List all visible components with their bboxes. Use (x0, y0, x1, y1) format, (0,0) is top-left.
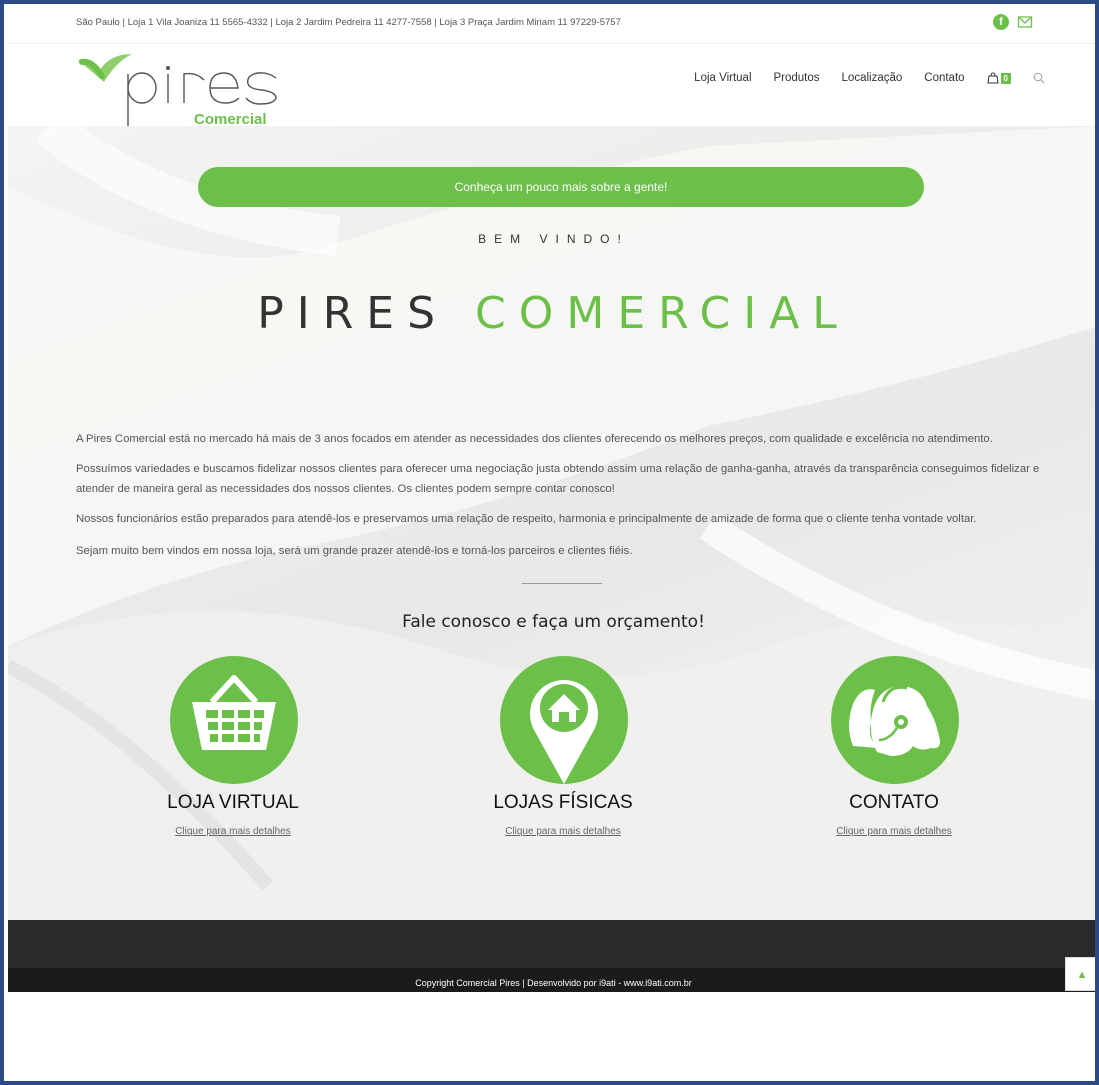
nav-item-produtos[interactable]: Produtos (774, 72, 820, 84)
mail-icon[interactable] (1017, 14, 1033, 30)
nav-item-loja-virtual[interactable]: Loja Virtual (694, 72, 751, 84)
store-addresses: São Paulo | Loja 1 Vila Joaniza 11 5565-… (76, 17, 621, 28)
contact-heading: Fale conosco e faça um orçamento! (402, 612, 705, 632)
about-us-button[interactable]: Conheça um pouco mais sobre a gente! (198, 167, 924, 207)
card-details-link[interactable]: Clique para mais detalhes (794, 826, 994, 837)
site-header: Comercial Loja Virtual Produtos Localiza… (8, 44, 1099, 128)
footer-copyright: Copyright Comercial Pires | Desenvolvido… (8, 968, 1099, 992)
top-bar: São Paulo | Loja 1 Vila Joaniza 11 5565-… (8, 4, 1099, 44)
card-title: LOJAS FÍSICAS (493, 792, 633, 813)
scroll-to-top-button[interactable]: ▲ (1065, 957, 1099, 991)
cart-count-badge: 0 (1000, 72, 1011, 84)
welcome-label: BEM VINDO! (478, 232, 629, 246)
basket-icon[interactable] (170, 656, 298, 784)
about-paragraph: Possuímos variedades e buscamos fideliza… (76, 463, 1040, 495)
page: São Paulo | Loja 1 Vila Joaniza 11 5565-… (8, 4, 1099, 1085)
facebook-icon[interactable]: f (993, 14, 1009, 30)
cart-button[interactable]: 0 (986, 72, 1011, 84)
card-title: CONTATO (849, 792, 939, 813)
hero-title-part1: PIRES (257, 288, 448, 339)
about-paragraph: Sejam muito bem vindos em nossa loja, se… (76, 545, 633, 557)
footer-widgets (8, 920, 1099, 968)
card-title: LOJA VIRTUAL (167, 792, 299, 813)
main-nav: Loja Virtual Produtos Localização Contat… (694, 72, 1045, 84)
hero-section: Conheça um pouco mais sobre a gente! BEM… (8, 126, 1099, 920)
search-icon[interactable] (1033, 72, 1045, 84)
headset-people-icon[interactable] (831, 656, 959, 784)
hero-title: PIRES COMERCIAL (8, 288, 1099, 339)
pires-logo[interactable]: Comercial (76, 48, 286, 128)
card-details-link[interactable]: Clique para mais detalhes (133, 826, 333, 837)
location-house-icon[interactable] (500, 656, 628, 784)
hero-title-part2: COMERCIAL (475, 288, 850, 339)
shopping-bag-icon (986, 72, 999, 84)
chevron-up-icon: ▲ (1076, 969, 1088, 981)
nav-item-localizacao[interactable]: Localização (842, 72, 903, 84)
social-icons: f (993, 14, 1033, 30)
nav-item-contato[interactable]: Contato (924, 72, 964, 84)
about-paragraph: A Pires Comercial está no mercado há mai… (76, 433, 993, 445)
about-paragraph: Nossos funcionários estão preparados par… (76, 513, 977, 525)
section-divider (522, 583, 602, 584)
card-details-link[interactable]: Clique para mais detalhes (463, 826, 663, 837)
